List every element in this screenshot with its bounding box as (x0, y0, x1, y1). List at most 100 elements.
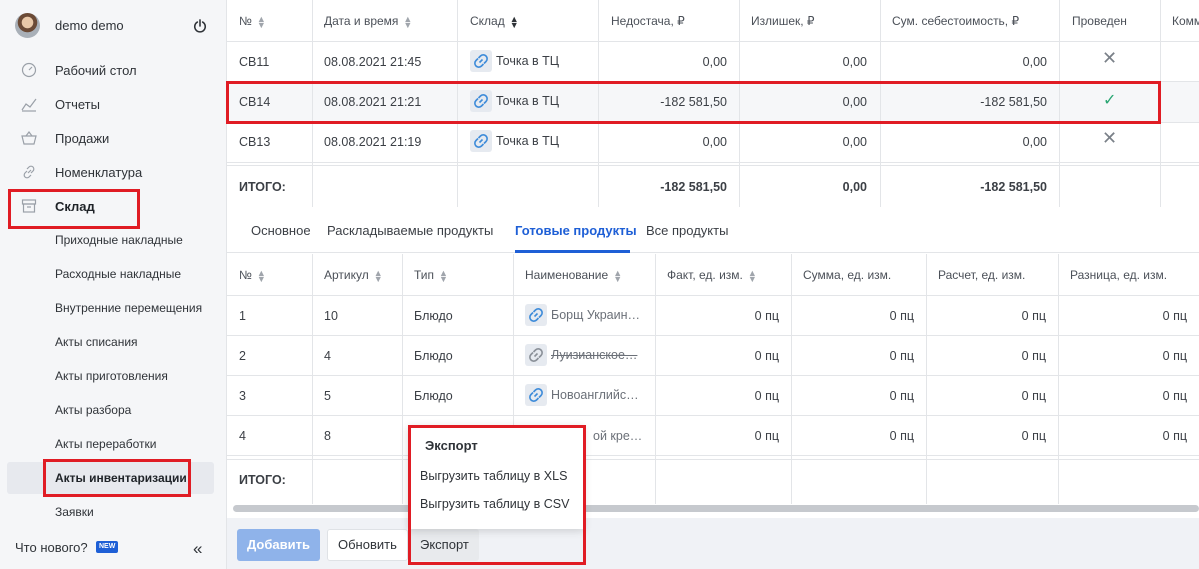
column-header[interactable]: Факт, ед. изм. ▲ ▼ (667, 268, 757, 282)
user-panel[interactable]: demo demo (0, 0, 227, 50)
cell-name[interactable]: Луизианское… (525, 343, 651, 367)
cell-diff[interactable]: 0 пц (1070, 309, 1187, 323)
tab-main[interactable]: Основное (251, 223, 311, 238)
products-table: № ▲ ▼ Артикул ▲ ▼ Тип ▲ ▼ Наименование ▲ ▼ Факт,… (227, 254, 1199, 504)
column-header[interactable]: Комм (1172, 14, 1199, 28)
cell-article[interactable]: 4 (324, 349, 331, 363)
sub-item-incoming[interactable]: Приходные накладные (0, 227, 227, 253)
column-header[interactable]: Разница, ед. изм. (1070, 268, 1167, 282)
export-button[interactable]: Экспорт (410, 529, 479, 561)
sub-item-inventory[interactable]: Акты инвентаризации (0, 465, 227, 491)
cell-article[interactable]: 5 (324, 389, 331, 403)
sub-item-outgoing[interactable]: Расходные накладные (0, 261, 227, 287)
tab-all-products[interactable]: Все продукты (646, 223, 728, 238)
cell-fact[interactable]: 0 пц (667, 309, 779, 323)
sub-item-requests[interactable]: Заявки (0, 499, 227, 525)
cell-cost[interactable]: 0,00 (892, 55, 1047, 69)
cell-calc[interactable]: 0 пц (938, 389, 1046, 403)
column-header[interactable]: Наименование ▲ ▼ (525, 268, 622, 282)
column-header[interactable]: Дата и время ▲ ▼ (324, 14, 412, 28)
cell-name[interactable]: Новоанглийс… (525, 383, 651, 407)
cell-shortage[interactable]: 0,00 (611, 55, 727, 69)
cell-store[interactable]: Точка в ТЦ (470, 49, 559, 73)
sort-icon: ▲ ▼ (373, 268, 383, 282)
column-header[interactable]: Сумма, ед. изм. (803, 268, 891, 282)
whats-new-link[interactable]: Что нового? (15, 540, 88, 555)
total-cost: -182 581,50 (980, 180, 1047, 194)
power-icon[interactable] (193, 19, 207, 33)
cell-calc[interactable]: 0 пц (938, 349, 1046, 363)
cell-calc[interactable]: 0 пц (938, 429, 1046, 443)
tab-finished-products[interactable]: Готовые продукты (515, 223, 637, 238)
cell-diff[interactable]: 0 пц (1070, 389, 1187, 403)
sub-item-processing[interactable]: Акты переработки (0, 431, 227, 457)
cell-num[interactable]: 4 (239, 429, 246, 443)
nav-item-warehouse[interactable]: Склад (0, 192, 227, 220)
cell-date[interactable]: 08.08.2021 21:45 (324, 55, 421, 69)
column-header[interactable]: Склад ▲ ▼ (470, 14, 519, 28)
cell-sum[interactable]: 0 пц (803, 389, 914, 403)
nav-label: Отчеты (55, 96, 100, 112)
cell-name[interactable]: Борщ Украин… (525, 303, 651, 327)
cell-surplus[interactable]: 0,00 (751, 135, 867, 149)
nav-item-sales[interactable]: Продажи (0, 124, 227, 152)
cell-fact[interactable]: 0 пц (667, 349, 779, 363)
cell-num[interactable]: СВ13 (239, 135, 270, 149)
cell-type[interactable]: Блюдо (414, 309, 453, 323)
cell-store[interactable]: Точка в ТЦ (470, 89, 559, 113)
sub-item-cooking[interactable]: Акты приготовления (0, 363, 227, 389)
cell-diff[interactable]: 0 пц (1070, 429, 1187, 443)
column-header[interactable]: Сум. себестоимость, ₽ (892, 14, 1019, 28)
nav-item-dashboard[interactable]: Рабочий стол (0, 56, 227, 84)
cell-type[interactable]: Блюдо (414, 349, 453, 363)
cell-sum[interactable]: 0 пц (803, 309, 914, 323)
column-header[interactable]: Артикул ▲ ▼ (324, 268, 383, 282)
cell-num[interactable]: 1 (239, 309, 246, 323)
cell-num[interactable]: 2 (239, 349, 246, 363)
horizontal-scrollbar[interactable] (233, 505, 1199, 512)
cell-shortage[interactable]: -182 581,50 (611, 95, 727, 109)
tab-decomposable[interactable]: Раскладываемые продукты (327, 223, 493, 238)
sub-item-writeoffs[interactable]: Акты списания (0, 329, 227, 355)
cell-article[interactable]: 10 (324, 309, 338, 323)
cell-num[interactable]: СВ14 (239, 95, 270, 109)
column-header[interactable]: № ▲ ▼ (239, 268, 266, 282)
total-surplus: 0,00 (842, 180, 867, 194)
column-header[interactable]: Проведен (1072, 14, 1127, 28)
cell-date[interactable]: 08.08.2021 21:19 (324, 135, 421, 149)
cell-diff[interactable]: 0 пц (1070, 349, 1187, 363)
column-header[interactable]: Недостача, ₽ (611, 14, 685, 28)
cell-surplus[interactable]: 0,00 (751, 95, 867, 109)
cell-num[interactable]: СВ11 (239, 55, 269, 69)
cell-article[interactable]: 8 (324, 429, 331, 443)
cell-fact[interactable]: 0 пц (667, 429, 779, 443)
cell-cost[interactable]: 0,00 (892, 135, 1047, 149)
refresh-button[interactable]: Обновить (327, 529, 408, 561)
sub-item-transfers[interactable]: Внутренние перемещения (0, 295, 227, 321)
cell-type[interactable]: Блюдо (414, 389, 453, 403)
cell-name[interactable]: ой кре… (593, 429, 642, 443)
column-header[interactable]: Расчет, ед. изм. (938, 268, 1025, 282)
column-header[interactable]: Излишек, ₽ (751, 14, 815, 28)
export-csv-item[interactable]: Выгрузить таблицу в CSV (420, 497, 569, 511)
column-header[interactable]: Тип ▲ ▼ (414, 268, 448, 282)
cell-fact[interactable]: 0 пц (667, 389, 779, 403)
sub-item-disassembly[interactable]: Акты разбора (0, 397, 227, 423)
avatar[interactable] (15, 13, 40, 38)
cell-shortage[interactable]: 0,00 (611, 135, 727, 149)
cell-sum[interactable]: 0 пц (803, 349, 914, 363)
column-header[interactable]: № ▲ ▼ (239, 14, 266, 28)
cell-sum[interactable]: 0 пц (803, 429, 914, 443)
sort-icon: ▲ ▼ (509, 14, 519, 28)
cell-num[interactable]: 3 (239, 389, 246, 403)
nav-item-nomenclature[interactable]: Номенклатура (0, 158, 227, 186)
cell-surplus[interactable]: 0,00 (751, 55, 867, 69)
collapse-sidebar-icon[interactable]: « (193, 539, 203, 559)
cell-store[interactable]: Точка в ТЦ (470, 129, 559, 153)
add-button[interactable]: Добавить (237, 529, 320, 561)
nav-item-reports[interactable]: Отчеты (0, 90, 227, 118)
export-xls-item[interactable]: Выгрузить таблицу в XLS (420, 469, 567, 483)
cell-date[interactable]: 08.08.2021 21:21 (324, 95, 421, 109)
cell-cost[interactable]: -182 581,50 (892, 95, 1047, 109)
cell-calc[interactable]: 0 пц (938, 309, 1046, 323)
